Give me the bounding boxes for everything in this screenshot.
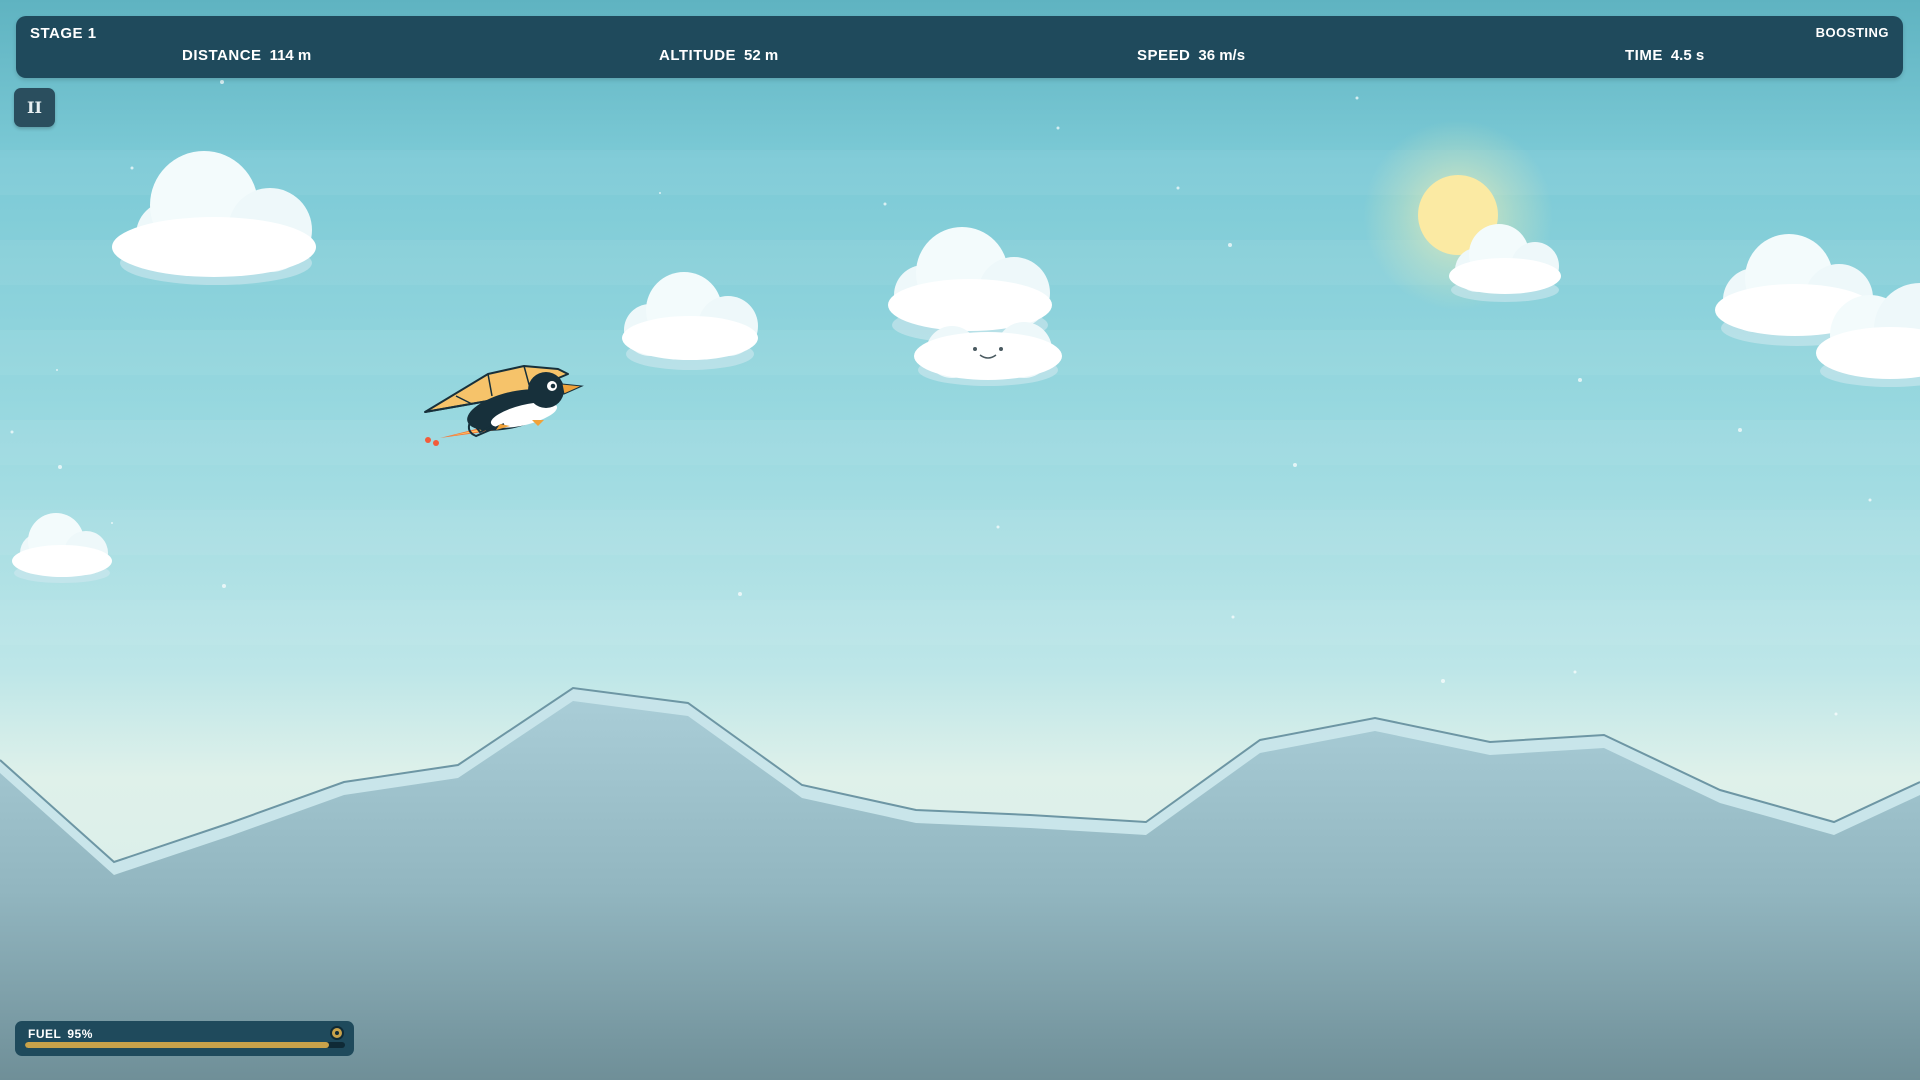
stat-value: 114 m [269, 47, 312, 64]
stat-value: 36 m/s [1198, 47, 1246, 64]
cloud [12, 513, 112, 583]
stage-label: STAGE 1 [30, 25, 97, 42]
fuel-fill [25, 1042, 329, 1048]
fuel-label: FUEL [28, 1027, 62, 1041]
fuel-gauge: FUEL 95% [15, 1021, 354, 1056]
stat-distance: DISTANCE 114 m [182, 47, 311, 64]
fuel-value: 95% [67, 1027, 93, 1041]
fuel-gauge-icon [330, 1026, 344, 1040]
boost-status: BOOSTING [1815, 25, 1889, 40]
stat-label: ALTITUDE [659, 47, 737, 64]
fuel-track [25, 1042, 345, 1048]
cloud [112, 151, 316, 285]
hud-bar: STAGE 1 BOOSTING DISTANCE 114 m ALTITUDE 5… [16, 16, 1903, 78]
stat-label: SPEED [1137, 47, 1191, 64]
stat-time: TIME 4.5 s [1625, 47, 1704, 64]
pause-icon: II [27, 98, 42, 117]
stat-label: DISTANCE [182, 47, 262, 64]
stat-speed: SPEED 36 m/s [1137, 47, 1245, 64]
pause-button[interactable]: II [14, 88, 55, 127]
fuel-label-group: FUEL 95% [28, 1027, 93, 1041]
stat-value: 52 m [744, 47, 779, 64]
stat-altitude: ALTITUDE 52 m [659, 47, 778, 64]
cloud [622, 272, 758, 370]
stat-label: TIME [1625, 47, 1663, 64]
stat-value: 4.5 s [1670, 47, 1705, 64]
penguin-hang-glider [424, 365, 584, 446]
